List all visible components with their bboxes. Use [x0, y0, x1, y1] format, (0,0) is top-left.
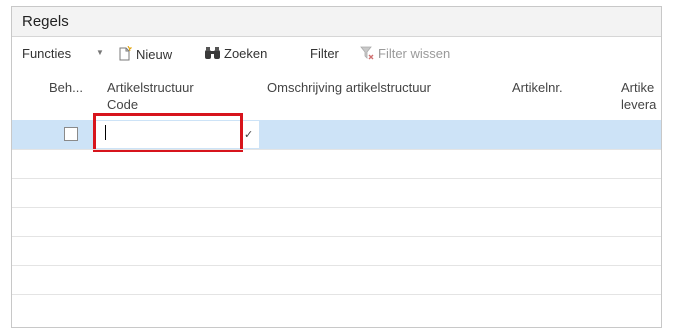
highlight-box	[93, 113, 243, 152]
search-button[interactable]: Zoeken	[204, 46, 267, 61]
row-divider	[12, 236, 661, 237]
new-button-label: Nieuw	[136, 47, 173, 62]
column-header-code-line2: Code	[107, 97, 139, 112]
clear-filter-button[interactable]: Filter wissen	[360, 46, 450, 61]
column-header-supplier[interactable]: Artike levera	[621, 79, 656, 113]
functions-menu[interactable]: Functies	[22, 46, 71, 61]
chevron-down-icon[interactable]: ▼	[96, 48, 104, 57]
column-header-itemno[interactable]: Artikelnr.	[512, 79, 563, 96]
column-header-supplier-line2: levera	[621, 97, 657, 112]
new-document-icon	[119, 45, 133, 61]
row-checkbox[interactable]	[64, 127, 78, 141]
column-header-description[interactable]: Omschrijving artikelstructuur	[267, 79, 431, 96]
clear-filter-icon	[360, 46, 374, 60]
row-divider	[12, 294, 661, 295]
new-button[interactable]: Nieuw	[118, 45, 173, 62]
binoculars-icon	[205, 47, 220, 59]
panel-header: Regels	[12, 7, 661, 37]
toolbar: Functies ▼ Nieuw Zoeken Filter Filter wi…	[12, 42, 661, 66]
row-divider	[12, 207, 661, 208]
row-divider	[12, 265, 661, 266]
row-divider	[12, 149, 661, 150]
clear-filter-label: Filter wissen	[378, 46, 451, 61]
search-button-label: Zoeken	[224, 46, 268, 61]
filter-button[interactable]: Filter	[310, 46, 339, 61]
edit-pencil-icon: ✓	[244, 129, 254, 141]
column-header-code[interactable]: Artikelstructuur Code	[107, 79, 194, 113]
panel-title: Regels	[22, 13, 69, 30]
lines-panel: Regels Functies ▼ Nieuw Zoeken Filter Fi…	[11, 6, 662, 328]
column-header-code-line1: Artikelstructuur	[107, 80, 194, 95]
column-header-supplier-line1: Artike	[621, 80, 655, 95]
row-divider	[12, 178, 661, 179]
column-header-beh[interactable]: Beh...	[49, 79, 83, 96]
